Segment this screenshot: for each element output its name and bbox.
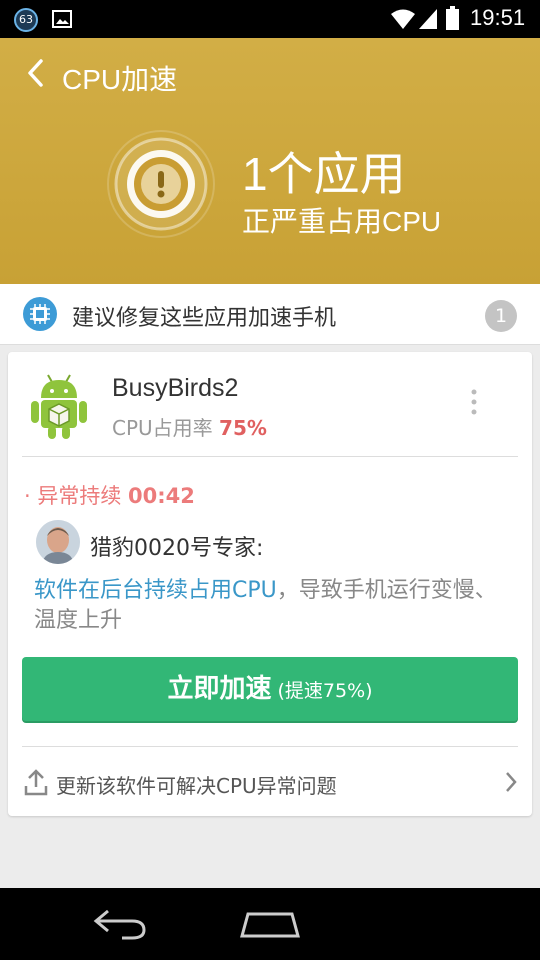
clock: 19:51 <box>470 5 526 30</box>
abnormal-time: 00:42 <box>128 484 195 508</box>
speed-up-label: 立即加速 <box>167 674 272 704</box>
cpu-usage: CPU占用率 75% <box>112 412 267 441</box>
speed-up-button[interactable]: 立即加速 (提速75%) <box>22 657 518 721</box>
signal-icon <box>419 9 437 29</box>
warning-icon <box>107 130 215 238</box>
more-options-icon[interactable] <box>470 388 478 416</box>
nav-back-icon[interactable] <box>92 908 148 940</box>
notification-badge: 63 <box>14 8 38 32</box>
suggestion-text: 建议修复这些应用加速手机 <box>72 306 337 331</box>
header: CPU加速 1个应用 正严重占用CPU <box>0 38 540 284</box>
problem-description: 软件在后台持续占用CPU，导致手机运行变慢、温度上升 <box>34 576 514 636</box>
nav-home-icon[interactable] <box>240 910 300 938</box>
divider <box>22 456 518 457</box>
update-suggestion-row[interactable]: 更新该软件可解决CPU异常问题 <box>56 770 337 799</box>
divider <box>22 746 518 747</box>
upload-icon <box>24 769 48 796</box>
expert-name: 猎豹0020号专家: <box>90 536 264 561</box>
speed-up-boost: (提速75%) <box>271 680 373 702</box>
problem-link[interactable]: 软件在后台持续占用CPU <box>34 578 277 603</box>
abnormal-duration: · 异常持续 00:42 <box>24 480 195 510</box>
android-app-icon <box>31 374 87 439</box>
cpu-usage-label: CPU占用率 <box>112 416 213 440</box>
expert-avatar <box>36 520 80 564</box>
suggestion-bar: 建议修复这些应用加速手机 1 <box>0 284 540 345</box>
app-card: BusyBirds2 CPU占用率 75% · 异常持续 00:42 猎豹002… <box>8 352 532 816</box>
abnormal-label: · 异常持续 <box>24 484 122 508</box>
header-subtitle: 正严重占用CPU <box>242 206 442 237</box>
wifi-icon <box>391 9 415 29</box>
back-chevron-icon <box>28 59 43 87</box>
chevron-right-icon[interactable] <box>504 770 518 794</box>
image-icon <box>52 10 72 28</box>
suggestion-count-badge: 1 <box>485 300 517 332</box>
status-bar: 63 19:51 <box>0 0 540 38</box>
page-title: CPU加速 <box>62 64 178 95</box>
navigation-bar <box>0 888 540 960</box>
back-button[interactable] <box>26 58 44 95</box>
battery-icon <box>446 6 459 30</box>
affected-app-count: 1个应用 <box>242 148 406 200</box>
cpu-usage-value: 75% <box>219 416 267 440</box>
cpu-chip-icon <box>23 297 57 331</box>
app-name: BusyBirds2 <box>112 374 239 402</box>
